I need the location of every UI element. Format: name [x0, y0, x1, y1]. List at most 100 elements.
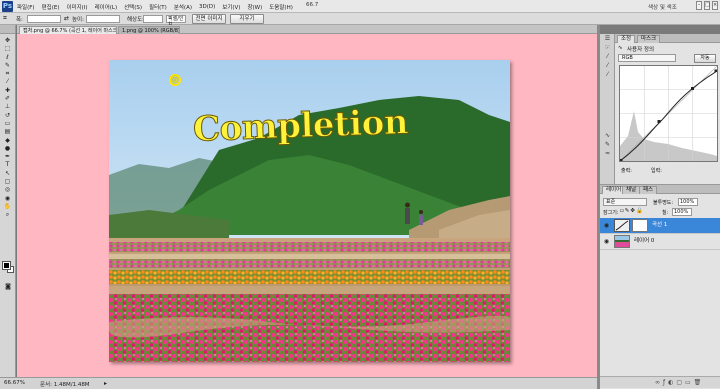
zoom-level[interactable]: 66.7 [306, 2, 318, 8]
crop-tool-icon[interactable]: ⌗ [3, 14, 7, 23]
menu-layer[interactable]: 레이어(L) [95, 3, 118, 11]
3d-rotate-tool-icon[interactable]: ◎ [3, 186, 13, 193]
curves-title: ∿ [618, 45, 623, 51]
crop-tool-icon[interactable]: ⌗ [3, 70, 13, 77]
tab-masks[interactable]: 마스크 [637, 35, 661, 43]
adjust-preset-icon[interactable]: ☰ [600, 34, 615, 43]
document-tab-active[interactable]: 캡처.png @ 66.7% (곡선 1, 레이어 마스크/8) * × [19, 26, 117, 34]
document-tab[interactable]: 1.png @ 100% (RGB/8) × [118, 26, 180, 34]
eye-icon[interactable]: ◉ [603, 222, 610, 229]
curve-edit-icon[interactable]: ∿ [600, 131, 615, 140]
hand-tool-icon[interactable]: ✋ [3, 203, 13, 210]
eyedropper-tool-icon[interactable]: ⁄ [3, 78, 13, 85]
quick-mask-icon[interactable]: ◙ [3, 283, 13, 290]
blend-mode-select[interactable]: 표준 [603, 198, 647, 206]
layer-action-icons[interactable]: ∞ƒ◐▢▭🗑 [655, 379, 704, 386]
menu-help[interactable]: 도움말(H) [269, 3, 293, 11]
status-arrow-icon[interactable]: ▸ [104, 380, 107, 387]
layer-mask-thumb [632, 219, 648, 232]
menu-image[interactable]: 이미지(I) [66, 3, 87, 11]
resolution-unit-select[interactable]: 픽셀/인치 [166, 15, 186, 28]
clear-button[interactable]: 지우기 [230, 14, 264, 24]
width-field[interactable] [27, 15, 61, 23]
pen-tool-icon[interactable]: ✒ [3, 153, 13, 160]
layer-row-base[interactable]: ◉ 레이어 0 [600, 234, 720, 250]
minimize-icon[interactable]: – [696, 1, 702, 10]
pencil-curve-icon[interactable]: ✎ [600, 140, 615, 149]
document-tab-bar: 캡처.png @ 66.7% (곡선 1, 레이어 마스크/8) * × 1.p… [17, 25, 597, 34]
curves-graph-svg [619, 65, 718, 162]
eraser-tool-icon[interactable]: ▭ [3, 120, 13, 127]
lock-label: 잠그기: [603, 210, 619, 216]
menu-analysis[interactable]: 분석(A) [174, 3, 192, 11]
resolution-label: 해상도: [127, 17, 145, 23]
menu-edit[interactable]: 편집(E) [42, 3, 60, 11]
window-controls: – □ × [696, 1, 718, 10]
move-tool-icon[interactable]: ✥ [3, 37, 13, 44]
blur-tool-icon[interactable]: ◆ [3, 137, 13, 144]
channel-select[interactable]: RGB [618, 54, 676, 62]
history-brush-tool-icon[interactable]: ↺ [3, 112, 13, 119]
gray-point-eyedropper-icon[interactable]: ⁄ [600, 61, 615, 70]
curves-panel-tabs: 조정 마스크 [615, 34, 720, 43]
menu-view[interactable]: 보기(V) [222, 3, 240, 11]
menu-filter[interactable]: 필터(T) [149, 3, 167, 11]
opacity-label: 불투명도: [653, 200, 674, 206]
resolution-field[interactable] [143, 15, 163, 23]
fill-field[interactable]: 100% [672, 208, 692, 216]
white-point-eyedropper-icon[interactable]: ⁄ [600, 70, 615, 79]
eye-icon[interactable]: ◉ [603, 238, 610, 245]
curves-adjustment-thumb [614, 219, 630, 232]
layer-name[interactable]: 곡선 1 [652, 222, 667, 229]
dodge-tool-icon[interactable]: ● [3, 145, 13, 152]
curves-preset[interactable]: 사용자 정의 [627, 45, 654, 53]
workspace-switcher[interactable]: 색상 및 색조 [648, 3, 677, 11]
gradient-tool-icon[interactable]: ▤ [3, 128, 13, 135]
maximize-icon[interactable]: □ [704, 1, 710, 10]
photoshop-logo: Ps [2, 1, 13, 12]
lasso-tool-icon[interactable]: ℓ [3, 54, 13, 61]
3d-orbit-tool-icon[interactable]: ◉ [3, 195, 13, 202]
menu-window[interactable]: 창(W) [247, 3, 262, 11]
layers-panel: 레이어 채널 패스 표준 불투명도: 100% 잠그기: ▫✎✥🔒 칠: 100… [600, 184, 720, 389]
shape-tool-icon[interactable]: ▢ [3, 178, 13, 185]
status-doc-size: 문서: 1.48M/1.48M [40, 382, 90, 388]
marquee-tool-icon[interactable]: ⬚ [3, 45, 13, 52]
toolbox-header [0, 25, 15, 34]
layer-image-thumb [614, 235, 630, 248]
path-select-tool-icon[interactable]: ↖ [3, 170, 13, 177]
curves-thumb-icon [615, 220, 629, 231]
smooth-curve-icon[interactable]: ≈ [600, 149, 615, 158]
tab-channels[interactable]: 채널 [622, 186, 641, 194]
menu-select[interactable]: 선택(S) [124, 3, 142, 11]
status-zoom[interactable]: 66.67% [4, 380, 25, 386]
curves-graph[interactable] [619, 65, 718, 162]
brush-tool-icon[interactable]: ✐ [3, 95, 13, 102]
lock-icons[interactable]: ▫✎✥🔒 [620, 208, 644, 214]
foreground-color-swatch[interactable] [2, 261, 11, 270]
front-image-button[interactable]: 전면 이미지 [192, 14, 226, 24]
healing-tool-icon[interactable]: ✚ [3, 87, 13, 94]
auto-button[interactable]: 자동 [694, 54, 716, 63]
quick-select-tool-icon[interactable]: ✎ [3, 62, 13, 69]
flower-field-photo[interactable]: @ Completion [109, 60, 510, 362]
close-icon[interactable]: × [712, 1, 718, 10]
hand-adjust-icon[interactable]: ☞ [600, 43, 615, 52]
black-point-eyedropper-icon[interactable]: ⁄ [600, 52, 615, 61]
tab-paths[interactable]: 패스 [639, 186, 658, 194]
type-tool-icon[interactable]: T [3, 161, 13, 168]
menu-3d[interactable]: 3D(D) [199, 4, 215, 10]
curves-panel: 조정 마스크 ∿ 사용자 정의 RGB 자동 출력: 입력: [614, 34, 720, 184]
zoom-tool-icon[interactable]: ⌕ [3, 211, 13, 218]
opacity-field[interactable]: 100% [678, 198, 698, 206]
stamp-tool-icon[interactable]: ⊥ [3, 103, 13, 110]
canvas-area[interactable]: @ Completion [17, 34, 597, 377]
status-bar: 66.67% 문서: 1.48M/1.48M ▸ [0, 377, 597, 389]
fill-label: 칠: [662, 210, 669, 216]
layer-row-curves[interactable]: ◉ 곡선 1 [600, 218, 720, 234]
layer-name[interactable]: 레이어 0 [634, 238, 654, 245]
height-field[interactable] [86, 15, 120, 23]
tab-adjustments[interactable]: 조정 [617, 35, 636, 43]
swap-icon[interactable]: ⇄ [64, 15, 69, 22]
menu-file[interactable]: 파일(F) [17, 3, 35, 11]
